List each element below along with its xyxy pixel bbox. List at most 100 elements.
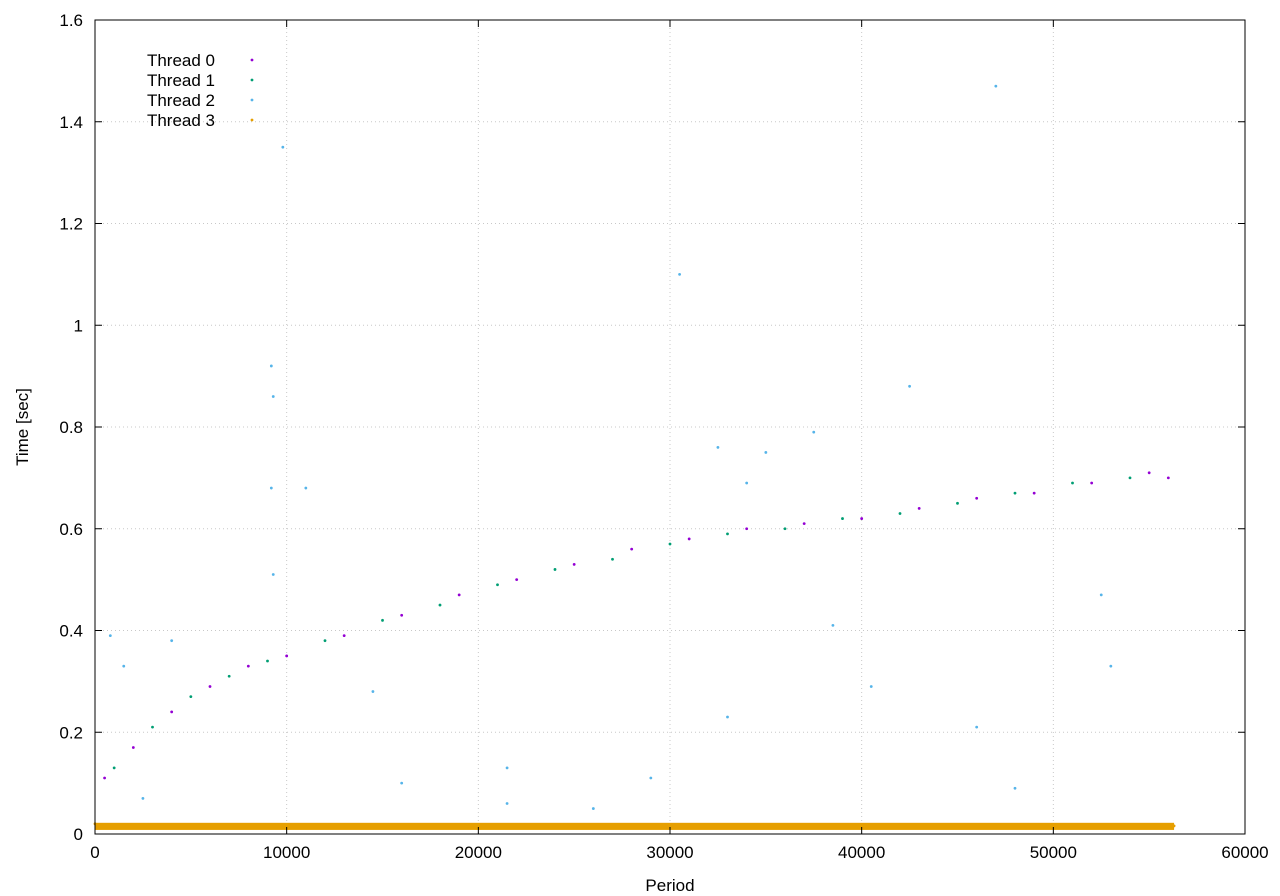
legend: Thread 0Thread 1Thread 2Thread 3 [147,51,254,130]
point-thread-1 [726,532,729,536]
x-tick-label: 60000 [1221,843,1268,862]
axis-ticks: 0 10000 20000 30000 40000 50000 60000 0 0.2 0.4 0.… [59,11,1268,862]
point-thread-0 [400,613,404,617]
point-thread-1 [496,583,499,587]
point-thread-2 [908,384,911,388]
y-tick-label: 1.4 [59,113,83,132]
y-tick-label: 0.2 [59,723,83,742]
point-thread-2 [371,690,375,693]
point-thread-2 [726,715,729,719]
point-thread-2 [994,84,998,88]
point-thread-2 [649,776,653,780]
point-thread-1 [1128,476,1132,480]
point-thread-1 [668,542,672,546]
y-tick-label: 1.2 [59,215,83,234]
y-tick-label: 0.6 [59,520,83,539]
point-thread-2 [1099,593,1103,597]
point-thread-2 [108,634,112,637]
legend-marker-thread-0 [250,58,254,62]
point-thread-2 [281,145,285,149]
point-thread-0 [170,710,174,714]
point-thread-1 [898,512,902,515]
point-thread-2 [170,639,174,643]
point-thread-2 [269,486,273,490]
legend-marker-thread-1 [250,78,254,82]
point-thread-2 [122,664,126,668]
point-thread-2 [505,766,509,770]
point-thread-2 [304,486,308,490]
y-axis-label: Time [sec] [13,388,32,466]
grid [95,20,1245,834]
data-points [93,84,1176,830]
point-thread-0 [975,496,979,500]
point-thread-0 [802,522,806,526]
x-tick-label: 30000 [646,843,693,862]
x-tick-label: 50000 [1030,843,1077,862]
point-thread-1 [956,501,959,505]
point-thread-0 [103,776,106,780]
point-thread-2 [812,430,816,434]
point-thread-2 [271,395,275,398]
point-thread-0 [285,654,289,658]
point-thread-2 [869,685,873,688]
point-thread-0 [1147,471,1151,475]
point-thread-1 [112,766,116,770]
point-thread-2 [505,802,509,805]
y-tick-label: 1 [74,316,83,335]
point-thread-0 [1032,491,1036,495]
point-thread-0 [342,634,346,637]
point-thread-1 [783,527,787,531]
point-thread-0 [208,685,212,688]
point-thread-2 [269,364,273,368]
y-tick-label: 0 [74,825,83,844]
point-thread-2 [141,796,145,800]
point-thread-0 [1090,481,1094,485]
legend-marker-thread-2 [250,98,254,102]
point-thread-0 [630,547,634,551]
scatter-chart: 0 10000 20000 30000 40000 50000 60000 0 0.2 0.4 0.… [13,11,1269,895]
point-thread-0 [1166,476,1170,480]
legend-marker-thread-3 [250,118,254,122]
point-thread-0 [917,507,921,510]
point-thread-1 [266,659,269,663]
baseline-cluster [95,822,1175,830]
point-thread-2 [831,624,835,627]
point-thread-2 [745,481,749,485]
x-tick-label: 10000 [263,843,310,862]
point-thread-1 [189,695,193,699]
y-tick-label: 0.4 [59,622,83,641]
legend-label-thread-3: Thread 3 [147,111,215,130]
legend-label-thread-2: Thread 2 [147,91,215,110]
y-tick-label: 1.6 [59,11,83,30]
point-thread-0 [572,562,576,566]
point-thread-0 [860,517,864,520]
point-thread-1 [553,568,557,571]
point-thread-2 [764,451,768,454]
x-axis-label: Period [645,876,694,895]
x-tick-label: 40000 [838,843,885,862]
point-thread-2 [1109,664,1113,668]
point-thread-2 [678,272,681,276]
point-thread-1 [323,639,327,643]
point-thread-1 [381,618,384,622]
point-thread-2 [716,445,720,449]
legend-label-thread-0: Thread 0 [147,51,215,70]
point-thread-1 [438,603,442,607]
point-thread-1 [841,517,844,520]
point-thread-1 [1013,491,1017,495]
y-tick-label: 0.8 [59,418,83,437]
point-thread-1 [611,557,614,561]
point-thread-1 [227,674,231,678]
legend-label-thread-1: Thread 1 [147,71,215,90]
point-thread-2 [271,573,275,576]
point-thread-2 [1013,786,1017,790]
point-thread-2 [400,781,404,785]
point-thread-0 [745,527,749,531]
point-thread-2 [591,807,595,810]
x-tick-label: 20000 [455,843,502,862]
point-thread-0 [687,537,691,541]
point-thread-0 [246,664,250,668]
point-thread-2 [975,725,979,729]
point-thread-0 [131,746,135,749]
point-thread-0 [457,593,461,597]
